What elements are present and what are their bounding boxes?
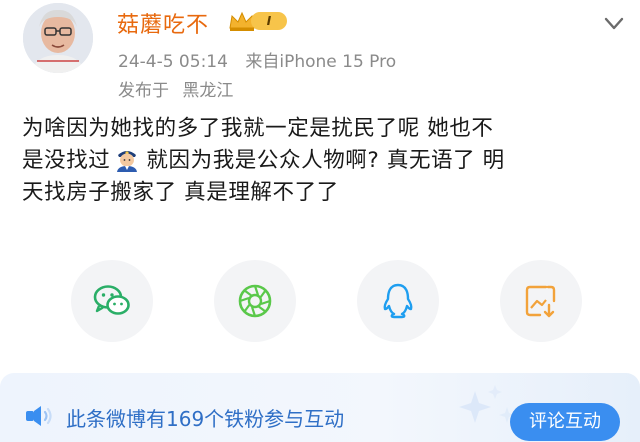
location-label: 发布于 [118,81,169,101]
qq-icon [383,283,413,319]
moments-icon [238,284,272,318]
post-line: 天找房子搬家了 真是理解不了了 [22,180,339,205]
fan-interaction-text: 此条微博有169个铁粉参与互动 [66,407,345,431]
avatar[interactable] [23,3,93,73]
fan-level-badge: I [251,12,287,30]
wechat-icon [93,285,130,315]
share-wechat-button[interactable] [71,260,153,342]
post-date: 24-4-5 05:14 [118,52,228,72]
post-location: 发布于 黑龙江 [118,76,233,101]
post-line-segment: 是没找过 [22,148,111,173]
save-image-icon [525,285,556,318]
post-line: 是没找过 就因为我是公众人物啊? 真无语了 明 [22,145,622,177]
post-line: 为啥因为她找的多了我就一定是扰民了呢 她也不 [22,116,494,141]
comment-interact-button[interactable]: 评论互动 [510,403,620,441]
sound-wave-icon [26,406,52,426]
police-officer-icon [117,151,138,172]
post-source: 来自iPhone 15 Pro [245,52,397,72]
post-text: 为啥因为她找的多了我就一定是扰民了呢 她也不 是没找过 就因为我是公众人物啊? … [22,113,622,209]
share-actions [0,260,640,344]
share-moments-button[interactable] [214,260,296,342]
save-image-button[interactable] [500,260,582,342]
username[interactable]: 菇蘑吃不 [117,7,209,39]
post-meta: 24-4-5 05:14 来自iPhone 15 Pro [118,47,396,72]
chevron-down-icon[interactable] [602,14,626,34]
post-line-segment: 就因为我是公众人物啊? 真无语了 明 [146,148,505,173]
fan-interaction-banner: 此条微博有169个铁粉参与互动 评论互动 [0,373,640,442]
share-qq-button[interactable] [357,260,439,342]
location-value: 黑龙江 [182,81,234,101]
